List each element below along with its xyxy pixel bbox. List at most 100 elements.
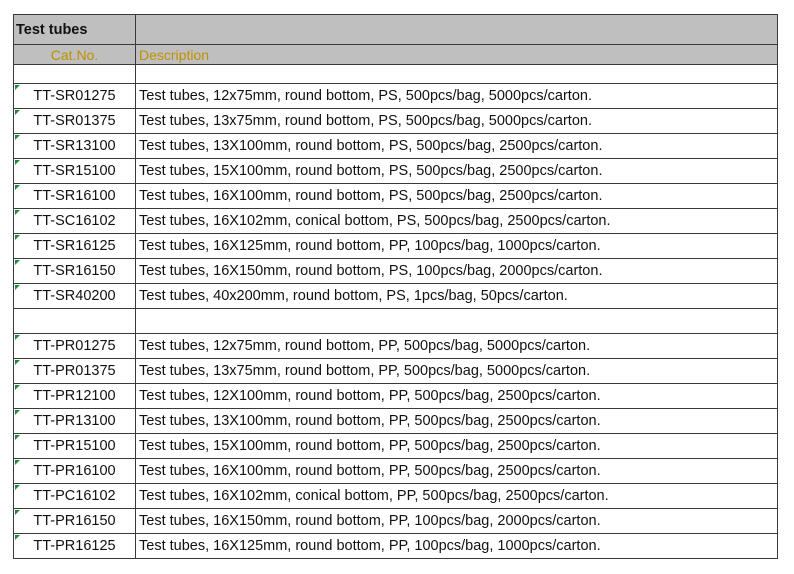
cat-no-cell[interactable]: TT-PR01375 [13,358,136,384]
cat-no-text: TT-SR16125 [33,238,116,254]
cat-no-cell[interactable]: TT-PR13100 [13,408,136,434]
table-row: TT-PR15100 Test tubes, 15X100mm, round bo… [13,433,778,459]
table-row: TT-SR16125 Test tubes, 16X125mm, round bo… [13,233,778,259]
description-cell[interactable]: Test tubes, 13x75mm, round bottom, PP, 5… [135,358,778,384]
cat-no-cell[interactable]: TT-SR13100 [13,133,136,159]
cat-no-text: TT-SC16102 [33,213,116,229]
cat-no-cell[interactable]: TT-SR15100 [13,158,136,184]
green-triangle-icon [15,235,20,240]
cat-no-text: TT-SR15100 [33,163,116,179]
cat-no-cell[interactable]: TT-PR16100 [13,458,136,484]
cat-no-cell[interactable]: TT-SR40200 [13,283,136,309]
blank-cell[interactable] [135,64,778,84]
table-row: TT-SR15100 Test tubes, 15X100mm, round bo… [13,158,778,184]
blank-row [13,308,778,334]
blank-row [13,64,778,84]
description-cell[interactable]: Test tubes, 16X150mm, round bottom, PP, … [135,508,778,534]
green-triangle-icon [15,285,20,290]
table-row: TT-SR01375 Test tubes, 13x75mm, round bot… [13,108,778,134]
table-row: TT-PR01275 Test tubes, 12x75mm, round bot… [13,333,778,359]
description-cell[interactable]: Test tubes, 13X100mm, round bottom, PS, … [135,133,778,159]
table-row: TT-SR16150 Test tubes, 16X150mm, round bo… [13,258,778,284]
column-header-description[interactable]: Description [135,44,778,65]
green-triangle-icon [15,435,20,440]
cat-no-text: TT-SR01275 [33,88,116,104]
cat-no-text: TT-PR16100 [33,463,116,479]
description-cell[interactable]: Test tubes, 40x200mm, round bottom, PS, … [135,283,778,309]
table-row: TT-PC16102 Test tubes, 16X102mm, conical … [13,483,778,509]
title-empty-cell[interactable] [135,14,778,45]
table-row: TT-SC16102 Test tubes, 16X102mm, conical … [13,208,778,234]
description-cell[interactable]: Test tubes, 16X100mm, round bottom, PP, … [135,458,778,484]
description-cell[interactable]: Test tubes, 16X100mm, round bottom, PS, … [135,183,778,209]
table-row: TT-PR16150 Test tubes, 16X150mm, round bo… [13,508,778,534]
cat-no-cell[interactable]: TT-PR16150 [13,508,136,534]
cat-no-cell[interactable]: TT-PR12100 [13,383,136,409]
green-triangle-icon [15,385,20,390]
table-row: TT-PR12100 Test tubes, 12X100mm, round bo… [13,383,778,409]
cat-no-text: TT-SR16150 [33,263,116,279]
blank-cell[interactable] [135,308,778,334]
green-triangle-icon [15,85,20,90]
cat-no-text: TT-PR12100 [33,388,116,404]
cat-no-text: TT-SR40200 [33,288,116,304]
description-cell[interactable]: Test tubes, 16X125mm, round bottom, PP, … [135,533,778,559]
green-triangle-icon [15,110,20,115]
green-triangle-icon [15,135,20,140]
cat-no-cell[interactable]: TT-PR01275 [13,333,136,359]
description-cell[interactable]: Test tubes, 16X150mm, round bottom, PS, … [135,258,778,284]
description-cell[interactable]: Test tubes, 16X102mm, conical bottom, PP… [135,483,778,509]
cat-no-text: TT-PR01375 [33,363,116,379]
green-triangle-icon [15,410,20,415]
green-triangle-icon [15,335,20,340]
cat-no-cell[interactable]: TT-PR16125 [13,533,136,559]
green-triangle-icon [15,535,20,540]
green-triangle-icon [15,360,20,365]
cat-no-text: TT-PR13100 [33,413,116,429]
green-triangle-icon [15,160,20,165]
cat-no-cell[interactable]: TT-PC16102 [13,483,136,509]
cat-no-cell[interactable]: TT-SR16100 [13,183,136,209]
cat-no-cell[interactable]: TT-PR15100 [13,433,136,459]
cat-no-cell[interactable]: TT-SR16150 [13,258,136,284]
table-row: TT-SR40200 Test tubes, 40x200mm, round bo… [13,283,778,309]
description-cell[interactable]: Test tubes, 15X100mm, round bottom, PS, … [135,158,778,184]
cat-no-cell[interactable]: TT-SR01275 [13,83,136,109]
title-row: Test tubes [13,14,778,45]
description-cell[interactable]: Test tubes, 13X100mm, round bottom, PP, … [135,408,778,434]
description-cell[interactable]: Test tubes, 15X100mm, round bottom, PP, … [135,433,778,459]
green-triangle-icon [15,460,20,465]
column-header-cat-no[interactable]: Cat.No. [13,44,136,65]
description-cell[interactable]: Test tubes, 13x75mm, round bottom, PS, 5… [135,108,778,134]
cat-no-text: TT-PR16150 [33,513,116,529]
table-row: TT-PR13100 Test tubes, 13X100mm, round bo… [13,408,778,434]
product-table: Test tubes Cat.No. Description TT-SR0127… [13,14,778,559]
cat-no-text: TT-PR01275 [33,338,116,354]
table-row: TT-SR01275 Test tubes, 12x75mm, round bot… [13,83,778,109]
table-row: TT-SR16100 Test tubes, 16X100mm, round bo… [13,183,778,209]
table-row: TT-PR16125 Test tubes, 16X125mm, round bo… [13,533,778,559]
table-row: TT-PR16100 Test tubes, 16X100mm, round bo… [13,458,778,484]
description-cell[interactable]: Test tubes, 16X125mm, round bottom, PP, … [135,233,778,259]
blank-cell[interactable] [13,64,136,84]
cat-no-text: TT-PR15100 [33,438,116,454]
cat-no-text: TT-SR16100 [33,188,116,204]
column-header-row: Cat.No. Description [13,44,778,65]
cat-no-text: TT-SR13100 [33,138,116,154]
table-title[interactable]: Test tubes [13,14,136,45]
blank-cell[interactable] [13,308,136,334]
green-triangle-icon [15,485,20,490]
cat-no-cell[interactable]: TT-SC16102 [13,208,136,234]
table-row: TT-PR01375 Test tubes, 13x75mm, round bot… [13,358,778,384]
cat-no-text: TT-PR16125 [33,538,116,554]
description-cell[interactable]: Test tubes, 12x75mm, round bottom, PP, 5… [135,333,778,359]
description-cell[interactable]: Test tubes, 16X102mm, conical bottom, PS… [135,208,778,234]
cat-no-cell[interactable]: TT-SR16125 [13,233,136,259]
cat-no-text: TT-PC16102 [33,488,116,504]
table-row: TT-SR13100 Test tubes, 13X100mm, round bo… [13,133,778,159]
description-cell[interactable]: Test tubes, 12x75mm, round bottom, PS, 5… [135,83,778,109]
green-triangle-icon [15,260,20,265]
cat-no-cell[interactable]: TT-SR01375 [13,108,136,134]
description-cell[interactable]: Test tubes, 12X100mm, round bottom, PP, … [135,383,778,409]
cat-no-text: TT-SR01375 [33,113,116,129]
